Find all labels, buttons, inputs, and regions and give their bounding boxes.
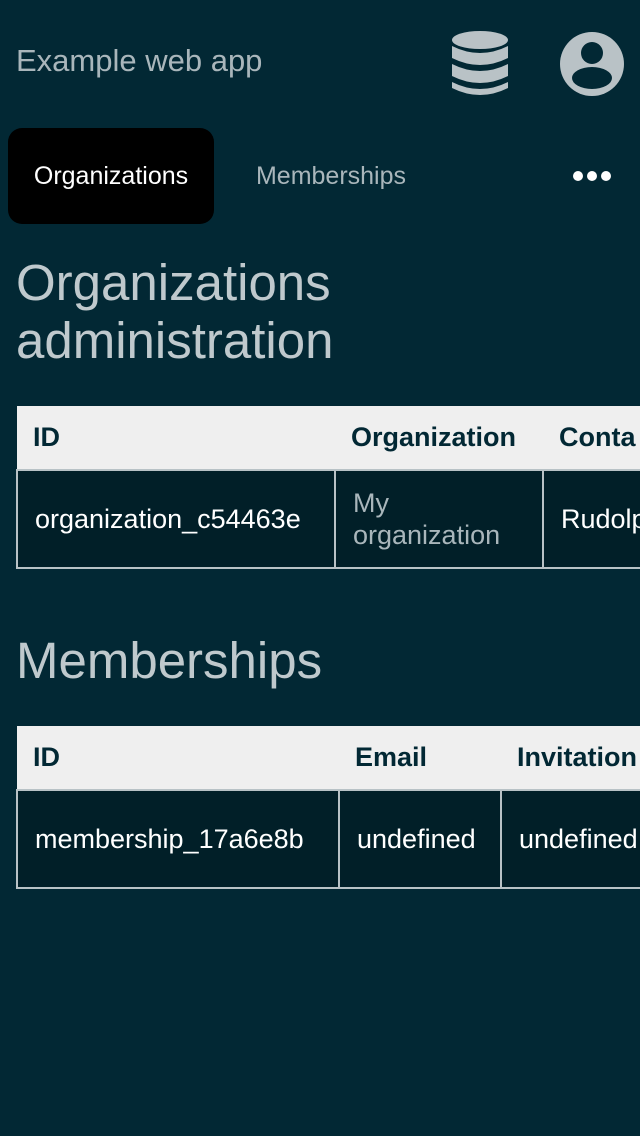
table-row[interactable]: organization_c54463e My organization Rud… (16, 470, 640, 569)
memberships-table: ID Email Invitation membership_17a6e8b u… (16, 726, 640, 889)
organizations-heading: Organizations administration (16, 254, 356, 370)
memberships-heading: Memberships (16, 632, 323, 689)
tab-organizations[interactable]: Organizations (8, 128, 214, 224)
table-header-row: ID Organization Conta (17, 406, 640, 471)
column-header-email[interactable]: Email (339, 726, 501, 791)
column-header-contact[interactable]: Conta (543, 406, 640, 471)
column-header-id[interactable]: ID (17, 726, 339, 791)
cell-membership-id[interactable]: membership_17a6e8b (16, 790, 340, 889)
tab-memberships[interactable]: Memberships (228, 128, 434, 224)
cell-membership-invitation[interactable]: undefined (500, 790, 640, 889)
app-title: Example web app (16, 43, 263, 78)
cell-membership-email[interactable]: undefined (338, 790, 502, 889)
database-icon[interactable] (450, 30, 510, 98)
column-header-id[interactable]: ID (17, 406, 335, 471)
cell-organization-name[interactable]: My organization (334, 470, 544, 569)
table-header-row: ID Email Invitation (17, 726, 640, 791)
more-menu-button[interactable] (560, 150, 624, 202)
organizations-table-container: ID Organization Conta organization_c5446… (16, 406, 640, 572)
column-header-invitation[interactable]: Invitation (501, 726, 640, 791)
user-circle-icon[interactable] (558, 30, 626, 98)
cell-organization-id[interactable]: organization_c54463e (16, 470, 336, 569)
column-header-organization[interactable]: Organization (335, 406, 543, 471)
more-horizontal-icon (573, 171, 611, 181)
cell-organization-contact[interactable]: Rudolp (542, 470, 640, 569)
organizations-heading-text: Organizations administration (16, 254, 334, 369)
organizations-table: ID Organization Conta organization_c5446… (16, 406, 640, 569)
table-row[interactable]: membership_17a6e8b undefined undefined (16, 790, 640, 889)
memberships-table-container: ID Email Invitation membership_17a6e8b u… (16, 726, 640, 892)
